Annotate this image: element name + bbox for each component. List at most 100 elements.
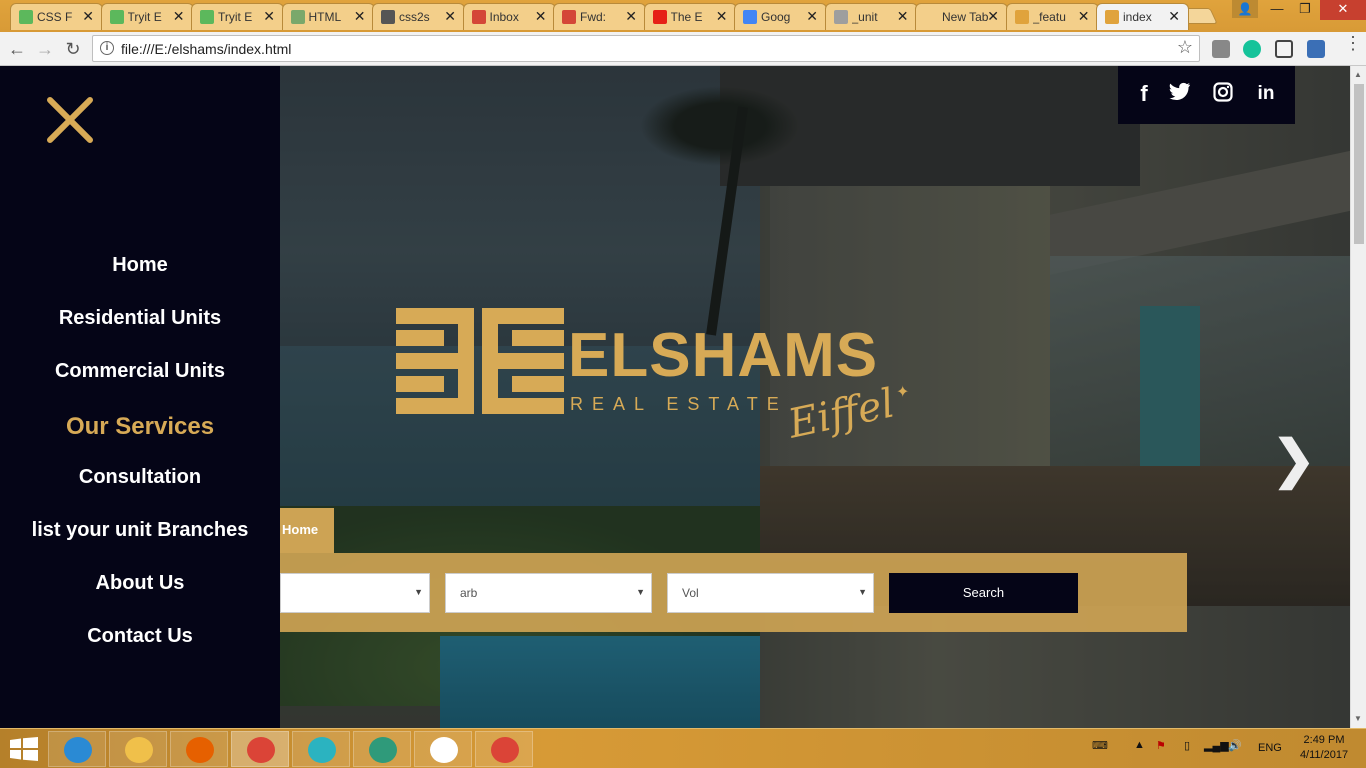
tab-close-icon[interactable]: ✕ — [716, 8, 728, 25]
tab-title: Tryit E — [218, 10, 253, 24]
tab-title: New Tab — [942, 10, 988, 24]
address-bar[interactable]: i file:///E:/elshams/index.html ☆ — [92, 35, 1200, 62]
page-scrollbar[interactable]: ▲ ▼ — [1350, 66, 1366, 728]
nav-item[interactable]: Home — [0, 254, 280, 277]
browser-tab[interactable]: Inbox ✕ — [462, 3, 556, 30]
reload-icon[interactable]: ↻ — [62, 38, 84, 60]
browser-tab[interactable]: Goog ✕ — [734, 3, 827, 30]
search-tab-home[interactable]: Home — [280, 508, 334, 553]
taskbar-app-button[interactable] — [414, 731, 472, 767]
tab-favicon-icon — [1014, 10, 1029, 24]
taskbar-app-button[interactable] — [353, 731, 411, 767]
instagram-icon[interactable] — [1211, 82, 1235, 106]
browser-tab[interactable]: Tryit E ✕ — [100, 3, 194, 30]
sparkle-icon: ✦ — [896, 384, 910, 401]
taskbar-app-button[interactable] — [292, 731, 350, 767]
chevron-down-icon: ▼ — [414, 587, 423, 597]
keyboard-icon[interactable]: ⌨ — [1092, 739, 1108, 752]
tab-close-icon[interactable]: ✕ — [987, 8, 999, 25]
nav-item[interactable]: Consultation — [0, 466, 280, 489]
search-select-1[interactable]: ▼ — [280, 573, 430, 613]
search-select-2[interactable]: arb ▼ — [445, 573, 652, 613]
browser-tab[interactable]: The E ✕ — [643, 3, 737, 30]
taskbar-app-button[interactable] — [231, 731, 289, 767]
tab-close-icon[interactable]: ✕ — [354, 8, 366, 25]
tab-close-icon[interactable]: ✕ — [444, 8, 456, 25]
window-close-button[interactable]: ✕ — [1320, 0, 1366, 20]
chrome-menu-icon[interactable]: ⋮ — [1344, 34, 1362, 58]
tab-favicon-icon — [743, 10, 757, 24]
browser-tab[interactable]: Tryit E ✕ — [191, 3, 284, 30]
tab-favicon-icon — [471, 10, 486, 24]
tab-close-icon[interactable]: ✕ — [535, 8, 547, 25]
action-center-icon[interactable]: ⚑ — [1156, 739, 1166, 752]
tab-close-icon[interactable]: ✕ — [173, 8, 185, 25]
search-button[interactable]: Search — [889, 573, 1078, 613]
restore-button[interactable]: ❐ — [1290, 0, 1320, 20]
browser-tab[interactable]: New Tab ✕ — [915, 3, 1008, 30]
facebook-icon[interactable]: f — [1132, 82, 1156, 106]
close-icon[interactable] — [44, 94, 96, 146]
side-navigation: Home Residential Units Commercial Units Our… — [0, 66, 280, 728]
minimize-button[interactable]: — — [1262, 0, 1292, 20]
info-icon[interactable]: i — [100, 41, 114, 55]
browser-tab[interactable]: Fwd: ✕ — [553, 3, 646, 30]
browser-tab[interactable]: _featu ✕ — [1005, 3, 1099, 30]
tab-favicon-icon — [924, 10, 938, 24]
tab-close-icon[interactable]: ✕ — [897, 8, 909, 25]
battery-icon[interactable]: ▯ — [1184, 739, 1190, 752]
nav-item[interactable]: About Us — [0, 572, 280, 595]
show-hidden-icons-icon[interactable]: ▲ — [1134, 739, 1145, 751]
taskbar-app-button[interactable] — [170, 731, 228, 767]
taskbar-app-button[interactable] — [109, 731, 167, 767]
linkedin-icon[interactable]: in — [1254, 82, 1278, 106]
bookmark-star-icon[interactable]: ☆ — [1177, 37, 1193, 58]
browser-tab[interactable]: HTML ✕ — [281, 3, 375, 30]
chrome-icon — [247, 737, 275, 763]
tab-title: _unit — [851, 10, 878, 24]
elshams-logo: ELSHAMS REAL ESTATE Eiffel ✦ — [396, 306, 926, 466]
back-icon[interactable]: ← — [6, 38, 28, 60]
grammarly-extension-icon[interactable] — [1243, 40, 1261, 58]
tab-close-icon[interactable]: ✕ — [1168, 8, 1180, 25]
tab-close-icon[interactable]: ✕ — [263, 8, 275, 25]
windows-start-icon[interactable] — [10, 737, 38, 761]
volume-icon[interactable]: 🔊 — [1228, 739, 1242, 752]
network-icon[interactable]: ▂▄▆ — [1204, 739, 1229, 752]
tab-title: HTML — [308, 10, 342, 24]
tab-close-icon[interactable]: ✕ — [806, 8, 818, 25]
scrollbar-thumb[interactable] — [1354, 84, 1364, 244]
cast-extension-icon[interactable] — [1275, 40, 1293, 58]
tab-close-icon[interactable]: ✕ — [82, 8, 94, 25]
browser-tab[interactable]: index ✕ — [1096, 3, 1189, 30]
extension-icon[interactable] — [1307, 40, 1325, 58]
tab-favicon-icon — [1105, 10, 1119, 24]
slider-next-arrow-icon[interactable]: ❯ — [1272, 430, 1316, 490]
camera-extension-icon[interactable] — [1212, 40, 1230, 58]
social-bar: f in — [1118, 66, 1295, 124]
forward-icon[interactable]: → — [34, 38, 56, 60]
tab-close-icon[interactable]: ✕ — [625, 8, 637, 25]
taskbar-app-button[interactable] — [48, 731, 106, 767]
twitter-icon[interactable] — [1168, 82, 1192, 106]
language-indicator[interactable]: ENG — [1258, 742, 1282, 754]
scroll-up-icon[interactable]: ▲ — [1354, 70, 1362, 79]
brand-name: ELSHAMS — [568, 321, 879, 390]
scroll-down-icon[interactable]: ▼ — [1354, 714, 1362, 723]
nav-item[interactable]: list your unit Branches — [0, 519, 280, 542]
profile-icon[interactable]: 👤 — [1232, 0, 1258, 18]
taskbar-app-button[interactable] — [475, 731, 533, 767]
nav-item[interactable]: Contact Us — [0, 625, 280, 648]
nav-item[interactable]: Commercial Units — [0, 360, 280, 383]
browser-tab[interactable]: css2s ✕ — [372, 3, 465, 30]
search-select-3[interactable]: Vol ▼ — [667, 573, 874, 613]
nav-item[interactable]: Our Services — [0, 413, 280, 441]
nav-item[interactable]: Residential Units — [0, 307, 280, 330]
address-url[interactable]: file:///E:/elshams/index.html — [121, 41, 291, 57]
tab-favicon-icon — [19, 10, 33, 24]
tab-close-icon[interactable]: ✕ — [1078, 8, 1090, 25]
tab-favicon-icon — [652, 10, 667, 24]
browser-tab[interactable]: _unit ✕ — [824, 3, 918, 30]
system-clock[interactable]: 2:49 PM 4/11/2017 — [1296, 733, 1352, 763]
browser-tab[interactable]: CSS F ✕ — [10, 3, 103, 30]
